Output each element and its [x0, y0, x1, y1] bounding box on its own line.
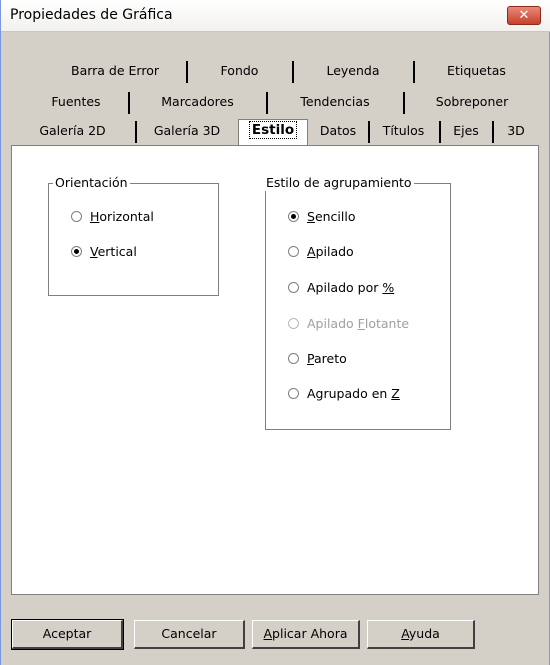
- grouping-style-group: Estilo de agrupamiento Sencillo Apilado …: [264, 175, 451, 430]
- radio-circle: [71, 246, 82, 257]
- tab-galeria-3d[interactable]: Galería 3D: [135, 121, 237, 143]
- tab-fuentes[interactable]: Fuentes: [26, 92, 126, 114]
- radio-apilado-flotante: Apilado Flotante: [288, 315, 409, 333]
- radio-apilado[interactable]: Apilado: [288, 243, 354, 261]
- title-bar: Propiedades de Gráfica ✕: [1, 0, 550, 32]
- radio-agrupado-en-z[interactable]: Agrupado en Z: [288, 385, 400, 403]
- tab-estilo-label: Estilo: [248, 121, 298, 139]
- tab-titulos[interactable]: Títulos: [368, 121, 437, 143]
- radio-vertical[interactable]: Vertical: [71, 243, 137, 261]
- tab-etiquetas[interactable]: Etiquetas: [413, 61, 538, 83]
- close-icon: ✕: [518, 8, 530, 23]
- orientation-group-label: Orientación: [53, 175, 130, 191]
- radio-circle: [288, 211, 299, 222]
- tab-barra-de-error[interactable]: Barra de Error: [46, 61, 184, 83]
- radio-circle: [288, 353, 299, 364]
- radio-circle: [288, 246, 299, 257]
- orientation-group: Orientación Horizontal Vertical: [48, 175, 219, 296]
- tab-sobreponer[interactable]: Sobreponer: [403, 92, 539, 114]
- close-button[interactable]: ✕: [507, 6, 541, 25]
- tab-galeria-2d[interactable]: Galería 2D: [11, 121, 134, 143]
- tab-marcadores[interactable]: Marcadores: [128, 92, 265, 114]
- ayuda-button[interactable]: Ayuda: [367, 620, 475, 649]
- tab-fondo[interactable]: Fondo: [186, 61, 291, 83]
- tab-ejes[interactable]: Ejes: [439, 121, 491, 143]
- tab-datos[interactable]: Datos: [309, 121, 367, 143]
- radio-apilado-por-porcentaje[interactable]: Apilado por %: [288, 279, 394, 297]
- chart-properties-dialog: Propiedades de Gráfica ✕ Barra de Error …: [0, 0, 550, 665]
- tab-tendencias[interactable]: Tendencias: [266, 92, 402, 114]
- cancelar-button[interactable]: Cancelar: [134, 620, 245, 649]
- radio-pareto[interactable]: Pareto: [288, 350, 347, 368]
- grouping-style-group-label: Estilo de agrupamiento: [264, 175, 414, 191]
- radio-horizontal[interactable]: Horizontal: [71, 208, 154, 226]
- radio-sencillo[interactable]: Sencillo: [288, 208, 356, 226]
- radio-circle: [288, 388, 299, 399]
- tab-leyenda[interactable]: Leyenda: [292, 61, 412, 83]
- aplicar-ahora-button[interactable]: Aplicar Ahora: [252, 620, 360, 649]
- window-title: Propiedades de Gráfica: [10, 7, 173, 23]
- tab-3d[interactable]: 3D: [492, 121, 538, 143]
- tab-panel-estilo: Orientación Horizontal Vertical Estilo d…: [11, 145, 539, 595]
- radio-circle: [288, 318, 299, 329]
- radio-circle: [288, 282, 299, 293]
- aceptar-button[interactable]: Aceptar: [11, 619, 124, 650]
- tab-estilo[interactable]: Estilo: [238, 119, 308, 146]
- radio-circle: [71, 211, 82, 222]
